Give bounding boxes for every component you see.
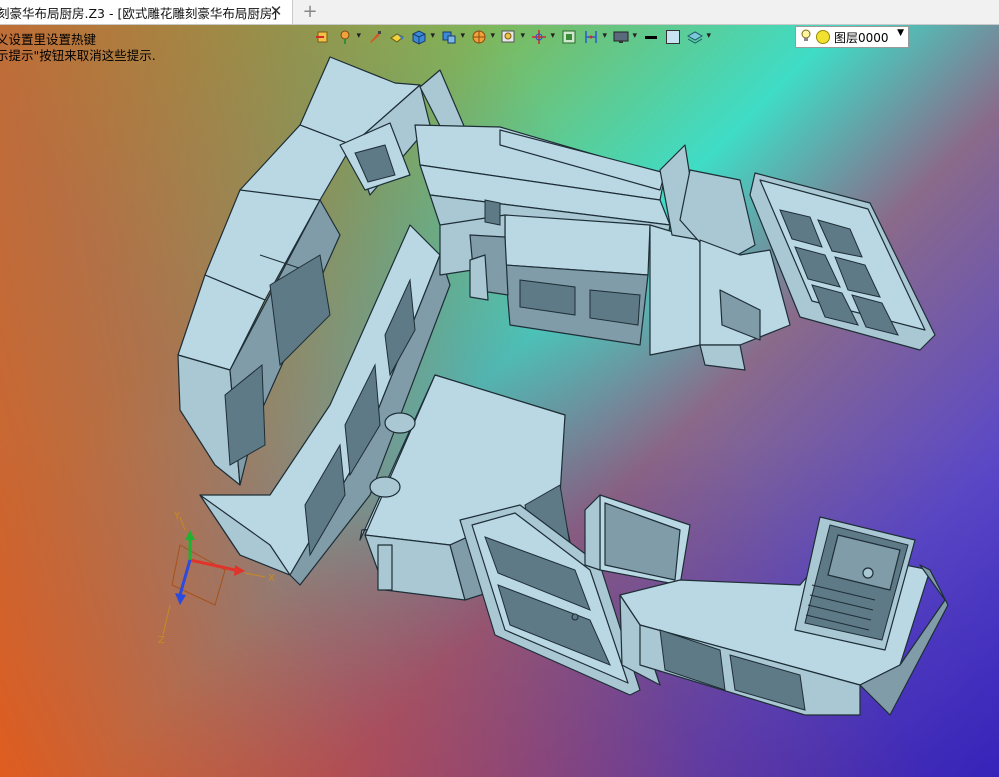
new-tab-button[interactable]: + <box>300 1 320 23</box>
view-cube-icon[interactable] <box>438 27 465 47</box>
solid-cube-icon[interactable] <box>408 27 435 47</box>
close-icon[interactable]: ✕ <box>268 3 284 19</box>
lightbulb-icon[interactable] <box>800 29 812 46</box>
pin-icon[interactable] <box>334 27 361 47</box>
triad-x-label: X <box>268 573 275 584</box>
brush-icon[interactable] <box>364 27 386 47</box>
kitchen-model[interactable]: X Z Y <box>0 25 999 777</box>
zoom-view-icon[interactable] <box>498 27 525 47</box>
triad-y-label: Y <box>173 511 181 522</box>
document-tab-title: 刻豪华布局厨房.Z3 - [欧式雕花雕刻豪华布局厨房] <box>0 5 278 21</box>
line-color-icon[interactable] <box>640 27 662 47</box>
frame-icon[interactable] <box>558 27 580 47</box>
document-tab[interactable]: 刻豪华布局厨房.Z3 - [欧式雕花雕刻豪华布局厨房] ✕ <box>0 0 293 24</box>
front-counter-run[interactable] <box>584 494 949 716</box>
view-toolbar <box>312 26 714 48</box>
axis-icon[interactable] <box>528 27 555 47</box>
layer-color-icon[interactable] <box>816 30 830 44</box>
layout-icon[interactable] <box>580 27 607 47</box>
render-style-icon[interactable] <box>468 27 495 47</box>
back-counter-run[interactable] <box>414 69 791 371</box>
layer-name: 图层0000 <box>834 30 889 45</box>
chevron-down-icon[interactable]: ▼ <box>897 28 904 38</box>
material-icon[interactable] <box>386 27 408 47</box>
layer-stack-icon[interactable] <box>684 27 711 47</box>
layer-selector[interactable]: 图层0000 ▼ <box>795 26 909 48</box>
triad-z-label: Z <box>158 635 165 646</box>
hint-line-2: 示提示"按钮来取消这些提示. <box>0 48 156 63</box>
display-icon[interactable] <box>610 27 637 47</box>
tab-bar: 刻豪华布局厨房.Z3 - [欧式雕花雕刻豪华布局厨房] ✕ + <box>0 0 999 25</box>
fill-color-icon[interactable] <box>662 27 684 47</box>
exit-sketch-icon[interactable] <box>312 27 334 47</box>
3d-viewport[interactable]: X Z Y 义设置里设置热键 示提示"按钮来取消这些提示. <box>0 25 999 777</box>
